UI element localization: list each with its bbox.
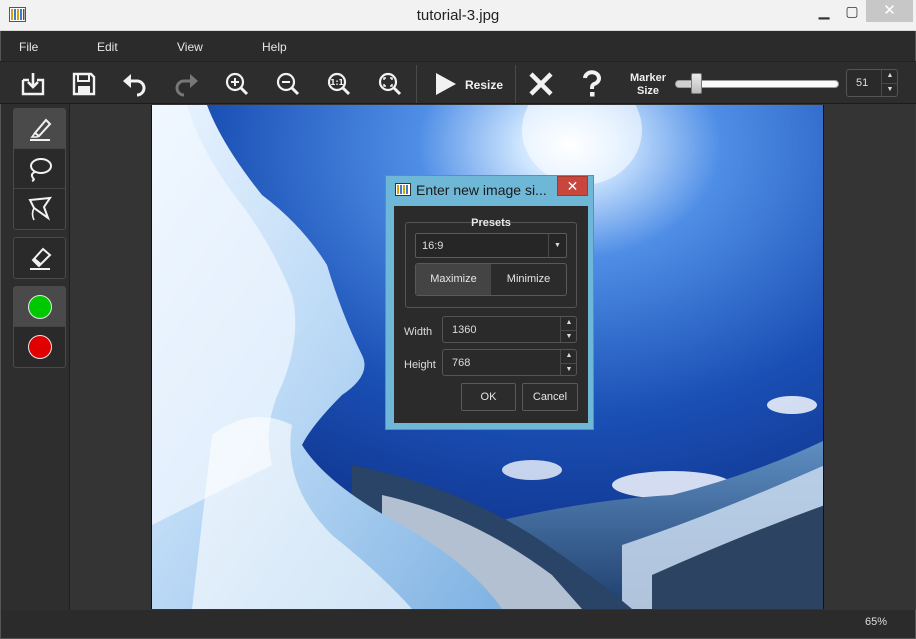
height-value[interactable]: 768 xyxy=(452,357,470,369)
marker-label-line2: Size xyxy=(636,85,659,97)
help-icon xyxy=(583,70,601,97)
menu-edit[interactable]: Edit xyxy=(97,40,118,54)
dialog-title: Enter new image si... xyxy=(416,182,547,198)
resize-label[interactable]: Resize xyxy=(465,78,503,92)
lasso-tool[interactable] xyxy=(14,149,65,189)
remove-color-tool[interactable] xyxy=(14,327,65,367)
close-window-button[interactable]: ✕ xyxy=(866,0,913,22)
menu-file[interactable]: File xyxy=(19,40,38,54)
save-icon xyxy=(72,72,96,96)
marker-size-label: Marker Size xyxy=(620,72,676,98)
resize-dialog: Enter new image si... ✕ Presets 16:9 ▼ M… xyxy=(385,175,594,430)
minimize-option[interactable]: Minimize xyxy=(491,264,566,295)
minimize-button[interactable]: ▁ xyxy=(810,0,838,22)
presets-title: Presets xyxy=(471,217,511,229)
width-up-icon[interactable]: ▲ xyxy=(561,317,577,330)
height-up-icon[interactable]: ▲ xyxy=(561,350,577,363)
maximize-button[interactable]: ▢ xyxy=(838,0,866,22)
save-button[interactable] xyxy=(65,66,103,102)
keep-color-tool[interactable] xyxy=(14,287,65,327)
open-button[interactable] xyxy=(14,66,52,102)
cancel-button[interactable]: Cancel xyxy=(522,383,578,411)
zoom-out-icon xyxy=(276,72,300,96)
zoom-fit-icon xyxy=(378,72,402,96)
width-value[interactable]: 1360 xyxy=(452,324,476,336)
red-circle-icon xyxy=(27,335,52,359)
selection-tools-group xyxy=(13,108,66,230)
height-label: Height xyxy=(404,359,436,371)
maximize-option[interactable]: Maximize xyxy=(416,264,491,295)
resize-button[interactable] xyxy=(426,66,464,102)
marker-size-slider-fill xyxy=(676,81,693,87)
color-group xyxy=(13,286,66,368)
zoom-in-icon xyxy=(225,72,249,96)
lasso-icon xyxy=(29,157,52,182)
fit-mode-toggle: Maximize Minimize xyxy=(415,263,567,296)
redo-icon xyxy=(175,74,198,97)
toolbar: 1:1 Resize Marker Size 51 ▲ ▼ xyxy=(0,61,916,104)
menu-help[interactable]: Help xyxy=(262,40,287,54)
marker-tool[interactable] xyxy=(14,109,65,149)
zoom-actual-size-button[interactable]: 1:1 xyxy=(320,66,358,102)
marker-label-line1: Marker xyxy=(629,72,667,84)
app-icon xyxy=(395,183,411,196)
undo-button[interactable] xyxy=(116,66,154,102)
dialog-body: Presets 16:9 ▼ Maximize Minimize Width 1… xyxy=(394,206,588,423)
ok-button[interactable]: OK xyxy=(461,383,516,411)
marker-size-down-icon[interactable]: ▼ xyxy=(882,83,898,96)
redo-button[interactable] xyxy=(167,66,205,102)
polygon-lasso-icon xyxy=(27,196,52,221)
eraser-tool[interactable] xyxy=(14,238,65,278)
preset-dropdown[interactable]: 16:9 ▼ xyxy=(415,233,567,258)
zoom-in-button[interactable] xyxy=(218,66,256,102)
menu-bar: File Edit View Help xyxy=(0,31,916,61)
width-down-icon[interactable]: ▼ xyxy=(561,329,577,343)
clear-button[interactable] xyxy=(522,66,560,102)
width-label: Width xyxy=(404,326,433,338)
height-down-icon[interactable]: ▼ xyxy=(561,362,577,376)
open-icon xyxy=(21,73,45,96)
status-bar: 65% xyxy=(0,610,916,639)
eraser-icon xyxy=(29,247,51,270)
window-titlebar: tutorial-3.jpg ▁ ▢ ✕ xyxy=(0,0,916,31)
zoom-level-status: 65% xyxy=(864,616,887,628)
eraser-group xyxy=(13,237,66,279)
marker-size-slider-thumb[interactable] xyxy=(691,73,703,94)
undo-icon xyxy=(123,74,146,97)
svg-text:1:1: 1:1 xyxy=(330,78,343,87)
clear-icon xyxy=(529,72,553,96)
preset-selected-value[interactable]: 16:9 xyxy=(422,240,443,252)
help-button[interactable] xyxy=(573,66,611,102)
marker-icon xyxy=(29,118,51,141)
height-spinbox[interactable]: 768 ▲ ▼ xyxy=(442,349,577,376)
polygon-lasso-tool[interactable] xyxy=(14,189,65,229)
marker-size-spinbox[interactable]: 51 ▲ ▼ xyxy=(846,69,898,97)
resize-play-icon xyxy=(436,73,456,95)
dialog-close-button[interactable]: ✕ xyxy=(557,176,588,196)
width-spinbox[interactable]: 1360 ▲ ▼ xyxy=(442,316,577,343)
chevron-down-icon[interactable]: ▼ xyxy=(548,234,566,257)
green-circle-icon xyxy=(27,294,52,319)
zoom-out-button[interactable] xyxy=(269,66,307,102)
tool-panel xyxy=(0,104,70,610)
marker-size-up-icon[interactable]: ▲ xyxy=(882,70,898,83)
menu-view[interactable]: View xyxy=(177,40,203,54)
marker-size-value[interactable]: 51 xyxy=(856,77,868,89)
window-title: tutorial-3.jpg xyxy=(416,7,500,24)
toolbar-separator xyxy=(416,65,417,103)
zoom-actual-icon: 1:1 xyxy=(327,72,351,96)
toolbar-separator xyxy=(515,65,516,103)
zoom-fit-button[interactable] xyxy=(371,66,409,102)
